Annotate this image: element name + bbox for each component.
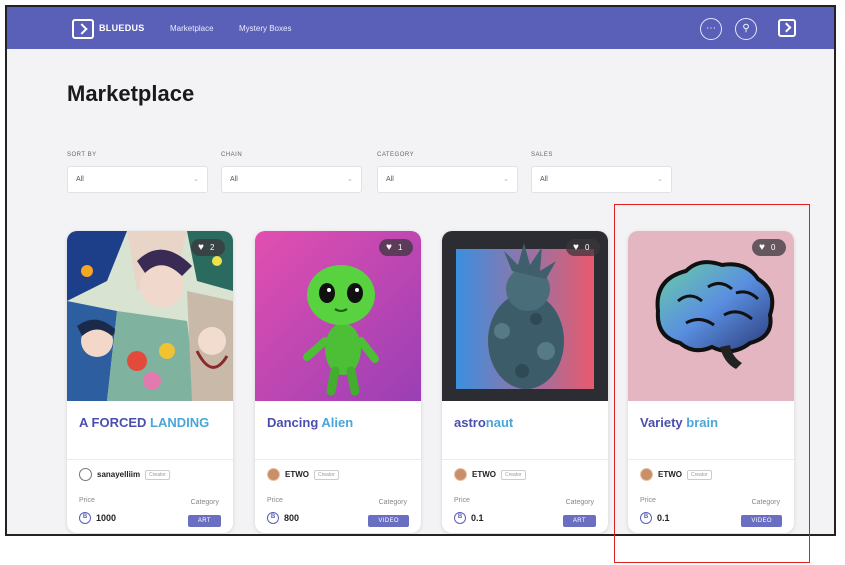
card-title-part: Dancing <box>267 415 322 430</box>
owner-info[interactable]: sanayelliim Creator <box>79 468 170 481</box>
filter-sales: Sales All ⌄ <box>531 152 672 193</box>
owner-badge: Creator <box>145 469 170 480</box>
like-button[interactable]: ♥ 2 <box>191 239 225 256</box>
top-nav-bar: BLUEDUS Marketplace Mystery Boxes ⋯ ⚲ <box>7 7 834 49</box>
nft-artwork[interactable]: ♥ 1 <box>255 231 421 401</box>
highlight-box <box>614 204 810 563</box>
nft-card[interactable]: ♥ 0 astronaut ETWO Creator Price Categor… <box>442 231 608 533</box>
filter-label: Chain <box>221 152 243 158</box>
filter-label: Sales <box>531 152 553 158</box>
price-value: 0.1 <box>471 513 484 523</box>
owner-badge: Creator <box>314 469 339 480</box>
category-badge[interactable]: ART <box>187 515 221 527</box>
price: B 800 <box>267 512 299 524</box>
avatar <box>79 468 92 481</box>
heart-icon: ♥ <box>386 242 392 253</box>
sort-select[interactable]: All ⌄ <box>67 166 208 193</box>
owner-name: ETWO <box>285 470 309 479</box>
select-value: All <box>386 176 394 183</box>
heart-icon: ♥ <box>198 242 204 253</box>
coin-icon: B <box>454 512 466 524</box>
chevron-down-icon: ⌄ <box>657 176 663 183</box>
filter-category: Category All ⌄ <box>377 152 518 193</box>
chain-select[interactable]: All ⌄ <box>221 166 362 193</box>
divider <box>442 459 608 460</box>
card-title[interactable]: Dancing Alien <box>267 415 353 430</box>
price: B 0.1 <box>454 512 484 524</box>
card-title-accent: Alien <box>321 415 354 430</box>
nft-card[interactable]: ♥ 1 Dancing Alien ETWO Creator Price Cat… <box>255 231 421 533</box>
price: B 1000 <box>79 512 116 524</box>
card-title-accent: LANDING <box>150 415 210 430</box>
logout-icon[interactable] <box>778 19 796 37</box>
price-label: Price <box>79 497 95 504</box>
owner-badge: Creator <box>501 469 526 480</box>
owner-name: sanayelliim <box>97 470 141 479</box>
select-value: All <box>76 176 84 183</box>
more-icon[interactable]: ⋯ <box>700 18 722 40</box>
card-title-accent: naut <box>485 415 514 430</box>
sales-select[interactable]: All ⌄ <box>531 166 672 193</box>
chevron-down-icon: ⌄ <box>347 176 353 183</box>
like-count: 1 <box>397 243 403 252</box>
logo-icon[interactable] <box>72 19 94 39</box>
filter-chain: Chain All ⌄ <box>221 152 362 193</box>
category-badge[interactable]: VIDEO <box>368 515 409 527</box>
card-title-part: astro <box>454 415 486 430</box>
avatar <box>454 468 467 481</box>
category-label: Category <box>565 499 594 506</box>
logo-text[interactable]: BLUEDUS <box>99 23 145 33</box>
card-title-part: A FORCED <box>79 415 151 430</box>
like-button[interactable]: ♥ 0 <box>566 239 600 256</box>
like-button[interactable]: ♥ 1 <box>379 239 413 256</box>
page-title: Marketplace <box>67 81 195 106</box>
nav-mystery-boxes[interactable]: Mystery Boxes <box>239 24 291 33</box>
nav-marketplace[interactable]: Marketplace <box>170 24 214 33</box>
like-count: 0 <box>584 243 590 252</box>
card-title[interactable]: A FORCED LANDING <box>79 415 209 430</box>
card-title[interactable]: astronaut <box>454 415 513 430</box>
like-count: 2 <box>209 243 215 252</box>
chevron-down-icon: ⌄ <box>503 176 509 183</box>
category-select[interactable]: All ⌄ <box>377 166 518 193</box>
divider <box>255 459 421 460</box>
select-value: All <box>540 176 548 183</box>
nft-card[interactable]: ♥ 2 A FORCED LANDING sanayelliim Creator… <box>67 231 233 533</box>
price-label: Price <box>267 497 283 504</box>
price-value: 1000 <box>96 513 117 523</box>
search-icon[interactable]: ⚲ <box>735 18 757 40</box>
owner-name: ETWO <box>472 470 496 479</box>
price-label: Price <box>454 497 470 504</box>
nft-artwork[interactable]: ♥ 0 <box>442 231 608 401</box>
coin-icon: B <box>267 512 279 524</box>
price-value: 800 <box>284 513 300 523</box>
owner-info[interactable]: ETWO Creator <box>454 468 526 481</box>
select-value: All <box>230 176 238 183</box>
divider <box>67 459 233 460</box>
category-label: Category <box>190 499 219 506</box>
chevron-down-icon: ⌄ <box>193 176 199 183</box>
filter-sort: Sort by All ⌄ <box>67 152 208 193</box>
owner-info[interactable]: ETWO Creator <box>267 468 339 481</box>
filter-label: Category <box>377 152 415 158</box>
heart-icon: ♥ <box>573 242 579 253</box>
nft-artwork[interactable]: ♥ 2 <box>67 231 233 401</box>
category-label: Category <box>378 499 407 506</box>
coin-icon: B <box>79 512 91 524</box>
filter-label: Sort by <box>67 152 97 158</box>
category-badge[interactable]: ART <box>562 515 596 527</box>
avatar <box>267 468 280 481</box>
